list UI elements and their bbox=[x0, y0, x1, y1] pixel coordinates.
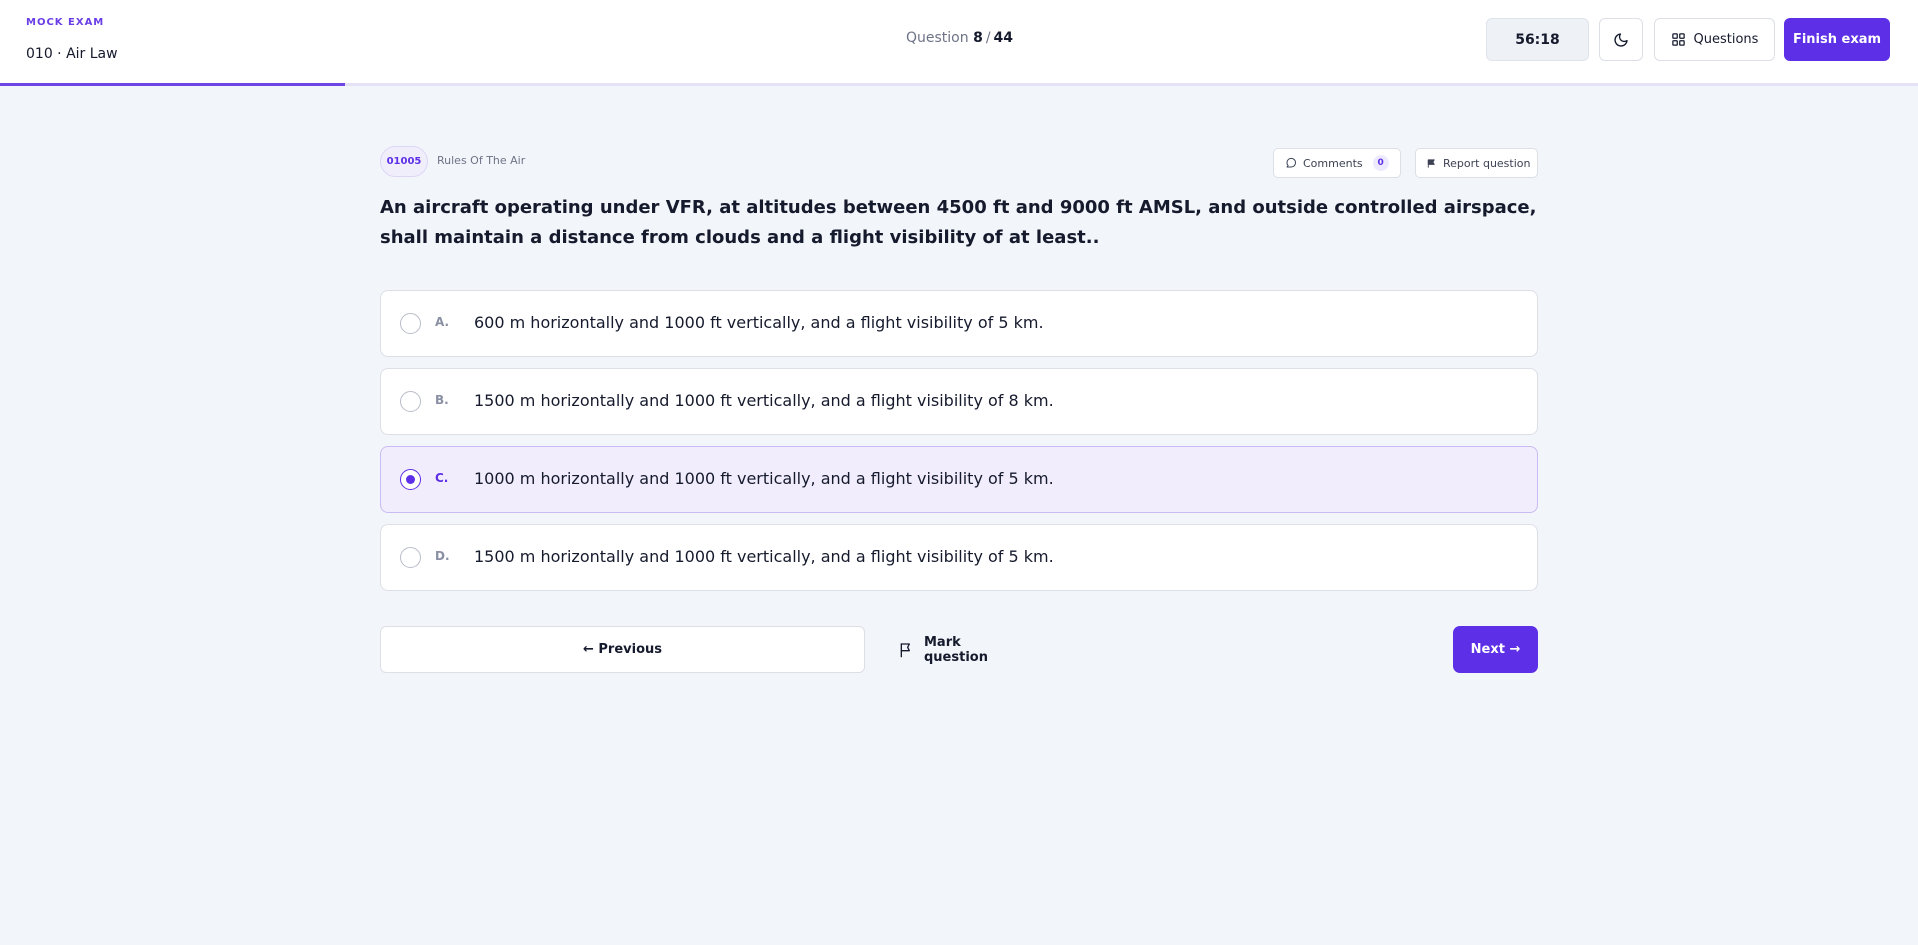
comments-button[interactable]: Comments 0 bbox=[1273, 148, 1401, 178]
exam-progress-bar bbox=[0, 83, 1918, 86]
mark-question-button[interactable]: Mark question bbox=[898, 626, 1028, 673]
option-text: 1500 m horizontally and 1000 ft vertical… bbox=[474, 391, 1054, 410]
comments-count-badge: 0 bbox=[1372, 155, 1389, 171]
exam-progress-fill bbox=[0, 83, 346, 86]
option-letter: B. bbox=[435, 393, 449, 407]
moon-icon bbox=[1613, 32, 1629, 48]
questions-button-label: Questions bbox=[1693, 32, 1759, 47]
finish-exam-button[interactable]: Finish exam bbox=[1784, 18, 1890, 61]
option-text: 600 m horizontally and 1000 ft verticall… bbox=[474, 313, 1044, 332]
question-id-badge: 01005 bbox=[380, 146, 428, 177]
option-letter: D. bbox=[435, 549, 450, 563]
exam-kind-label: MOCK EXAM bbox=[26, 17, 105, 28]
previous-button[interactable]: ← Previous bbox=[380, 626, 865, 673]
questions-overview-button[interactable]: Questions bbox=[1654, 18, 1775, 61]
answer-option-c[interactable]: C. 1000 m horizontally and 1000 ft verti… bbox=[380, 446, 1538, 513]
option-radio[interactable] bbox=[400, 391, 421, 412]
option-radio-selected[interactable] bbox=[400, 469, 421, 490]
counter-label: Question bbox=[906, 30, 969, 46]
question-counter: Question 8/44 bbox=[906, 30, 1013, 46]
option-text: 1500 m horizontally and 1000 ft vertical… bbox=[474, 547, 1054, 566]
comment-icon bbox=[1285, 157, 1297, 169]
exam-timer: 56:18 bbox=[1486, 18, 1589, 61]
comments-label: Comments bbox=[1303, 156, 1363, 170]
flag-icon bbox=[1426, 158, 1437, 169]
flag-outline-icon bbox=[898, 642, 914, 658]
counter-separator: / bbox=[985, 30, 991, 46]
total-questions-number: 44 bbox=[993, 30, 1014, 46]
option-letter: C. bbox=[435, 471, 449, 485]
grid-icon bbox=[1671, 32, 1686, 47]
theme-toggle-button[interactable] bbox=[1599, 18, 1643, 61]
option-radio[interactable] bbox=[400, 547, 421, 568]
report-question-button[interactable]: Report question bbox=[1415, 148, 1538, 178]
option-radio[interactable] bbox=[400, 313, 421, 334]
answer-option-a[interactable]: A. 600 m horizontally and 1000 ft vertic… bbox=[380, 290, 1538, 357]
question-topic: Rules Of The Air bbox=[437, 154, 526, 167]
current-question-number: 8 bbox=[973, 30, 983, 46]
question-text: An aircraft operating under VFR, at alti… bbox=[380, 197, 1537, 248]
answer-option-b[interactable]: B. 1500 m horizontally and 1000 ft verti… bbox=[380, 368, 1538, 435]
answer-option-d[interactable]: D. 1500 m horizontally and 1000 ft verti… bbox=[380, 524, 1538, 591]
radio-selected-dot bbox=[406, 475, 415, 484]
option-text: 1000 m horizontally and 1000 ft vertical… bbox=[474, 469, 1054, 488]
option-letter: A. bbox=[435, 315, 450, 329]
next-button[interactable]: Next → bbox=[1453, 626, 1538, 673]
report-label: Report question bbox=[1443, 156, 1531, 170]
top-bar: MOCK EXAM 010 · Air Law Question 8/44 56… bbox=[0, 0, 1918, 84]
exam-title: 010 · Air Law bbox=[26, 46, 118, 62]
mark-question-label: Mark question bbox=[924, 634, 988, 665]
